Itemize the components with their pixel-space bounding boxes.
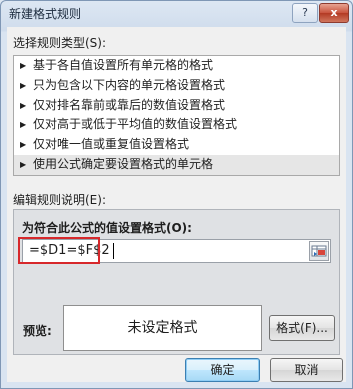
- dialog-title: 新建格式规则: [9, 7, 82, 21]
- title-bar[interactable]: 新建格式规则 ? x: [1, 1, 352, 25]
- rule-type-item-label: 仅对高于或低于平均值的数值设置格式: [33, 117, 238, 132]
- help-button[interactable]: ?: [292, 3, 318, 23]
- rule-type-item-label: 只为包含以下内容的单元格设置格式: [33, 77, 226, 92]
- triangle-right-icon: ▶: [20, 120, 27, 130]
- triangle-right-icon: ▶: [20, 61, 27, 70]
- rule-type-item[interactable]: ▶ 仅对排名靠前或靠后的数值设置格式: [14, 96, 339, 116]
- triangle-right-icon: ▶: [20, 140, 27, 150]
- format-button[interactable]: 格式(F)...: [269, 315, 335, 341]
- cancel-button[interactable]: 取消: [270, 358, 343, 382]
- range-select-icon: [311, 245, 327, 257]
- rule-type-list[interactable]: ▶ 基于各自值设置所有单元格的格式 ▶ 只为包含以下内容的单元格设置格式 ▶ 仅对排名…: [13, 55, 340, 176]
- preview-box: 未设定格式: [63, 305, 262, 351]
- rule-type-item[interactable]: ▶ 仅对唯一值或重复值设置格式: [14, 135, 339, 155]
- rule-description-panel: 为符合此公式的值设置格式(O): =$D1=$F$2 预览: 未设定格式 格式(…: [13, 209, 340, 355]
- rule-type-item[interactable]: ▶ 只为包含以下内容的单元格设置格式: [14, 76, 339, 96]
- close-button[interactable]: x: [319, 3, 349, 23]
- formula-highlight-box: [18, 237, 100, 264]
- text-caret: [113, 243, 114, 259]
- preview-label: 预览:: [23, 324, 52, 338]
- rule-type-item[interactable]: ▶ 仅对高于或低于平均值的数值设置格式: [14, 115, 339, 135]
- rule-type-item-label: 基于各自值设置所有单元格的格式: [33, 58, 214, 72]
- rule-description-label: 编辑规则说明(E):: [13, 193, 106, 207]
- ok-button[interactable]: 确定: [185, 358, 260, 382]
- rule-type-item-label: 仅对唯一值或重复值设置格式: [33, 137, 190, 152]
- rule-type-item-selected[interactable]: ▶ 使用公式确定要设置格式的单元格: [14, 154, 339, 175]
- rule-type-label: 选择规则类型(S):: [13, 36, 107, 50]
- formula-label: 为符合此公式的值设置格式(O):: [22, 221, 192, 235]
- triangle-right-icon: ▶: [20, 100, 27, 110]
- dialog-body: 选择规则类型(S): ▶ 基于各自值设置所有单元格的格式 ▶ 只为包含以下内容的单元…: [7, 27, 346, 382]
- triangle-right-icon: ▶: [20, 80, 27, 90]
- range-selector-button[interactable]: [309, 241, 329, 261]
- rule-type-item-label: 使用公式确定要设置格式的单元格: [33, 156, 214, 171]
- triangle-right-icon: ▶: [20, 159, 27, 169]
- rule-type-item[interactable]: ▶ 基于各自值设置所有单元格的格式: [14, 56, 339, 76]
- new-formatting-rule-dialog: 新建格式规则 ? x 选择规则类型(S): ▶ 基于各自值设置所有单元格的格式 ▶…: [0, 0, 353, 389]
- rule-type-item-label: 仅对排名靠前或靠后的数值设置格式: [33, 97, 226, 112]
